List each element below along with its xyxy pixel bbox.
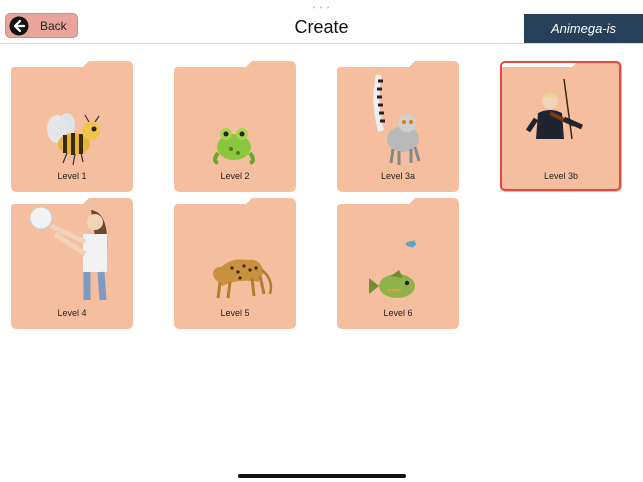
level-label: Level 3a: [380, 171, 416, 181]
level-label: Level 6: [383, 308, 413, 318]
brand-badge: Animega-is: [524, 14, 643, 43]
home-indicator[interactable]: [238, 474, 406, 478]
level-5-folder[interactable]: Level 5: [174, 198, 296, 329]
level-3b-folder[interactable]: Level 3b: [500, 61, 622, 192]
level-label: Level 5: [220, 308, 250, 318]
level-label: Level 2: [220, 171, 250, 181]
header-bar: Back Create Animega-is: [0, 0, 643, 43]
header-divider: [0, 43, 643, 44]
level-3a-folder[interactable]: Level 3a: [337, 61, 459, 192]
level-6-folder[interactable]: Level 6: [337, 198, 459, 329]
level-label: Level 3b: [543, 171, 579, 181]
level-label: Level 1: [57, 171, 87, 181]
level-2-folder[interactable]: Level 2: [174, 61, 296, 192]
level-1-folder[interactable]: Level 1: [11, 61, 133, 192]
level-4-folder[interactable]: Level 4: [11, 198, 133, 329]
level-label: Level 4: [57, 308, 87, 318]
